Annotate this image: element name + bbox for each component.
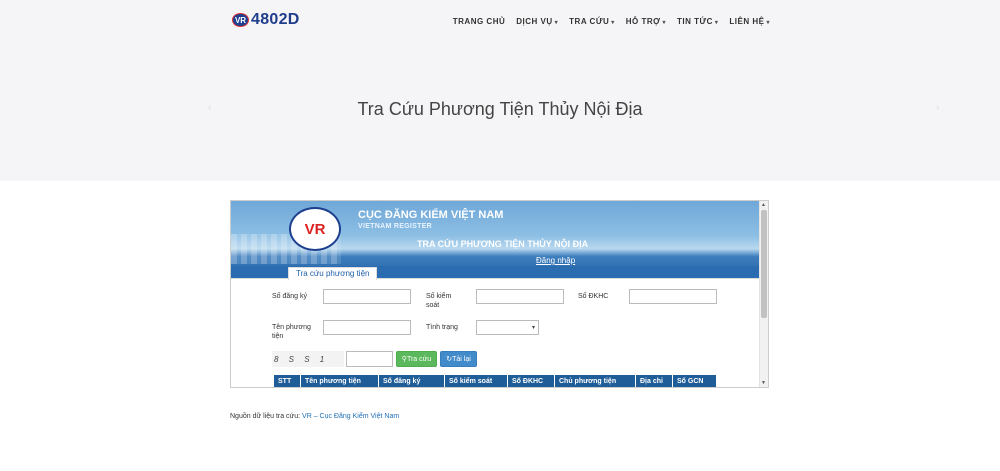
col-header: Số GCN: [677, 378, 704, 385]
captcha-input[interactable]: [346, 351, 393, 367]
col-header: STT: [274, 375, 301, 387]
reload-button-label: Tải lại: [452, 356, 471, 363]
nav-dich-vu[interactable]: DỊCH VỤ ▾: [516, 17, 558, 26]
login-link[interactable]: Đăng nhập: [536, 256, 575, 265]
label-so-dkhc: Số ĐKHC: [578, 293, 609, 300]
reload-button[interactable]: ↻Tải lại: [440, 351, 477, 367]
lookup-iframe[interactable]: VR CỤC ĐĂNG KIỂM VIỆT NAM VIETNAM REGIST…: [230, 200, 769, 388]
col-header: Tên phương tiện: [301, 375, 379, 387]
scroll-down-icon[interactable]: ▼: [761, 380, 766, 386]
results-table-header: STT Tên phương tiện Số đăng ký Số kiểm s…: [274, 375, 716, 387]
label-so-dang-ky: Số đăng ký: [272, 293, 308, 300]
col-header: Chủ phương tiện: [555, 375, 636, 387]
chevron-down-icon: ▾: [611, 20, 615, 26]
nav-tra-cuu[interactable]: TRA CỨU ▾: [569, 17, 615, 26]
search-button[interactable]: ⚲Tra cứu: [396, 351, 437, 367]
chevron-down-icon: ▾: [662, 20, 666, 26]
chevron-down-icon: ▾: [766, 20, 770, 26]
so-dang-ky-input[interactable]: [323, 289, 411, 304]
hero-section: VR 4802D TRANG CHỦ DỊCH VỤ ▾ TRA CỨU ▾ HỖ …: [0, 0, 1000, 181]
agency-name-en: VIETNAM REGISTER: [358, 223, 433, 230]
tab-tra-cuu-phuong-tien[interactable]: Tra cứu phương tiện: [288, 267, 378, 280]
chevron-down-icon: ▾: [531, 325, 535, 331]
so-kiem-soat-input[interactable]: [476, 289, 564, 304]
logo-text: 4802D: [251, 11, 300, 28]
search-button-label: Tra cứu: [406, 356, 432, 363]
agency-name: CỤC ĐĂNG KIỂM VIỆT NAM: [358, 209, 504, 221]
col-header: Địa chỉ: [636, 375, 673, 387]
lookup-title: TRA CỨU PHƯƠNG TIỆN THỦY NỘI ĐỊA: [417, 239, 589, 249]
source-link[interactable]: VR – Cục Đăng Kiểm Việt Nam: [302, 413, 399, 420]
main-nav: TRANG CHỦ DỊCH VỤ ▾ TRA CỨU ▾ HỖ TRỢ ▾ TIN …: [453, 17, 770, 26]
site-logo[interactable]: VR 4802D: [232, 11, 300, 29]
col-header: Số kiểm soát: [445, 375, 508, 387]
scroll-up-icon[interactable]: ▲: [761, 202, 766, 208]
source-label: Nguồn dữ liệu tra cứu:: [230, 413, 301, 420]
col-header: Số đăng ký: [379, 375, 445, 387]
page-title: Tra Cứu Phương Tiện Thủy Nội Địa: [357, 99, 643, 119]
agency-seal: VR: [289, 207, 341, 251]
label-so-kiem-soat: Số kiểm soát: [426, 293, 452, 309]
logo-badge: VR: [232, 13, 249, 27]
so-dkhc-input[interactable]: [629, 289, 717, 304]
nav-tin-tuc[interactable]: TIN TỨC ▾: [677, 17, 718, 26]
ten-phuong-tien-input[interactable]: [323, 320, 411, 335]
nav-trang-chu[interactable]: TRANG CHỦ: [453, 17, 506, 26]
nav-lien-he[interactable]: LIÊN HỆ ▾: [729, 17, 770, 26]
col-header: Số ĐKHC: [508, 375, 555, 387]
label-ten-phuong-tien: Tên phương tiện: [272, 324, 311, 340]
data-source-note: Nguồn dữ liệu tra cứu: VR – Cục Đăng Kiể…: [230, 413, 399, 420]
label-tinh-trang: Tình trạng: [426, 324, 458, 331]
nav-ho-tro[interactable]: HỖ TRỢ ▾: [626, 17, 666, 26]
chevron-down-icon: ▾: [554, 20, 559, 26]
captcha-image: 8 S S 1: [272, 351, 344, 367]
iframe-scrollbar[interactable]: ▲ ▼: [759, 201, 768, 387]
tinh-trang-select[interactable]: ▾: [476, 320, 539, 335]
chevron-down-icon: ▾: [714, 20, 719, 26]
scrollbar-thumb[interactable]: [761, 210, 767, 318]
seal-text: VR: [304, 220, 326, 238]
